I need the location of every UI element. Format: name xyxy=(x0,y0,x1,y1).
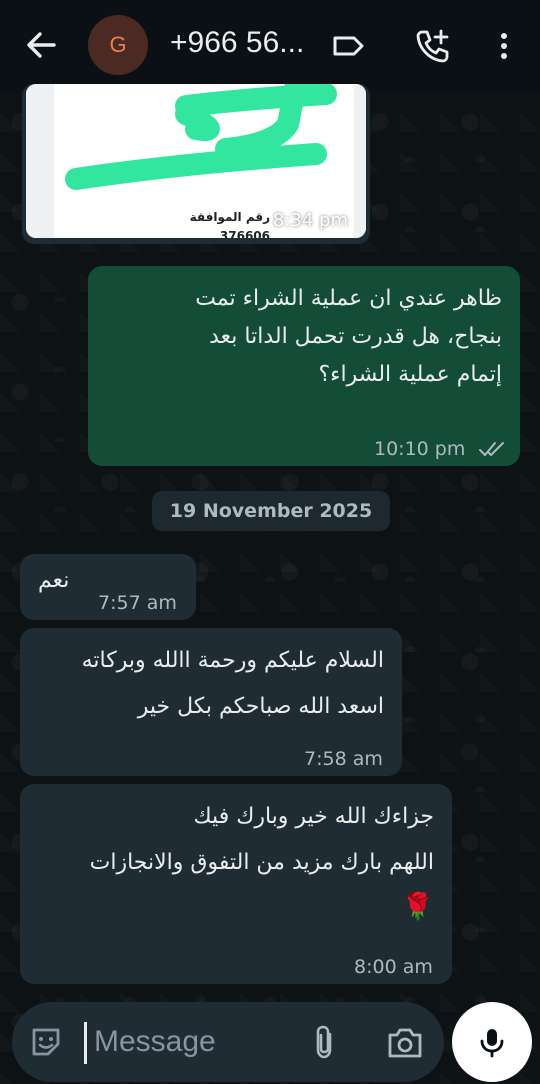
message-time: 7:58 am xyxy=(304,748,383,770)
message-time: 8:00 am xyxy=(354,956,433,978)
label-icon[interactable] xyxy=(330,28,366,64)
avatar-letter: G xyxy=(109,32,127,57)
text-caret xyxy=(84,1022,87,1064)
image-message[interactable]: رقم الموافقة 376606 8:34 pm xyxy=(22,84,370,244)
chat-header: G +966 56... xyxy=(0,0,540,92)
incoming-message[interactable]: نعم 7:57 am xyxy=(20,554,196,620)
message-text-line: إتمام عملية الشراء؟ xyxy=(318,362,502,387)
paperclip-icon[interactable] xyxy=(308,1024,342,1060)
double-check-read-icon xyxy=(478,440,508,462)
message-text-line: اللهم بارك مزيد من التفوق والانجازات xyxy=(89,850,434,875)
incoming-message[interactable]: السلام عليكم ورحمة االله وبركاته اسعد ال… xyxy=(20,628,402,776)
rose-emoji: 🌹 xyxy=(401,892,434,922)
camera-icon[interactable] xyxy=(386,1026,424,1060)
message-time: 10:10 pm xyxy=(374,438,466,460)
message-text-line: نعم xyxy=(38,568,70,593)
message-text-line: اسعد الله صباحكم بكل خير xyxy=(137,694,384,719)
message-input[interactable] xyxy=(94,1020,294,1064)
image-doc-label: رقم الموافقة xyxy=(189,210,270,224)
avatar[interactable]: G xyxy=(88,15,148,75)
message-time: 8:34 pm xyxy=(272,210,348,231)
emoji-sticker-icon[interactable] xyxy=(28,1024,64,1060)
more-vert-icon[interactable] xyxy=(486,28,522,64)
message-time: 7:57 am xyxy=(98,592,177,614)
image-thumbnail[interactable]: رقم الموافقة 376606 8:34 pm xyxy=(26,84,366,238)
outgoing-message[interactable]: ظاهر عندي ان عملية الشراء تمت بنجاح، هل … xyxy=(88,266,520,466)
message-composer xyxy=(12,1002,444,1082)
incoming-message[interactable]: جزاءك الله خير وبارك فيك اللهم بارك مزيد… xyxy=(20,784,452,984)
microphone-icon[interactable] xyxy=(452,1002,532,1082)
message-text-line: جزاءك الله خير وبارك فيك xyxy=(193,804,434,829)
message-text-line: ظاهر عندي ان عملية الشراء تمت xyxy=(195,286,502,311)
message-text-line: السلام عليكم ورحمة االله وبركاته xyxy=(81,648,384,673)
contact-name[interactable]: +966 56... xyxy=(170,26,304,60)
add-call-icon[interactable] xyxy=(414,28,450,64)
message-text-line: بنجاح، هل قدرت تحمل الداتا بعد xyxy=(209,324,502,349)
date-separator: 19 November 2025 xyxy=(152,491,390,531)
image-doc-number: 376606 xyxy=(219,229,270,238)
back-arrow-icon[interactable] xyxy=(24,28,58,62)
